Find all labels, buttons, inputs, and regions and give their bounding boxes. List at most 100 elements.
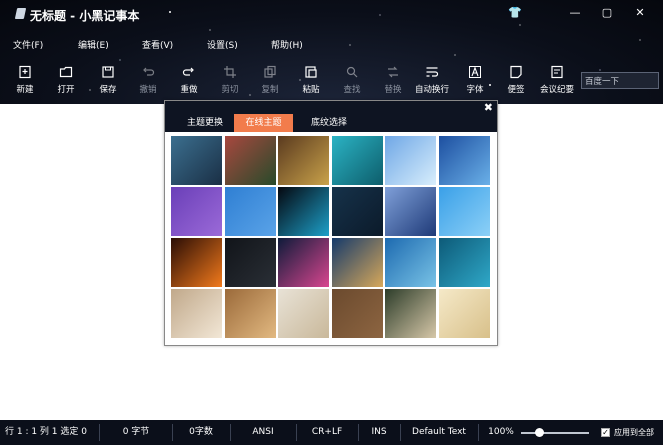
status-bar: 行 1 : 1 列 1 选定 0 0 字节 0字数 ANSI CR+LF INS… <box>0 420 663 445</box>
app-icon <box>14 8 27 19</box>
theme-thumbnail[interactable] <box>278 136 329 185</box>
apply-all-checkbox[interactable]: ✓ <box>601 428 610 437</box>
skin-icon[interactable]: 👕 <box>508 6 522 20</box>
theme-thumbnail[interactable] <box>171 238 222 287</box>
toolbar-button-folder-open[interactable]: 打开 <box>46 62 86 98</box>
theme-thumbnail[interactable] <box>171 187 222 236</box>
close-button[interactable]: ✕ <box>633 6 647 20</box>
theme-dialog: ✖ 主题更换 在线主题 底纹选择 <box>164 100 498 346</box>
toolbar-label: 会议纪要 <box>539 85 574 95</box>
toolbar-button-redo[interactable]: 重做 <box>169 62 209 98</box>
search-input[interactable] <box>581 72 659 89</box>
window-title: 无标题 - 小黑记事本 <box>30 9 140 23</box>
menu-view[interactable]: 查看(V) <box>142 38 173 51</box>
toolbar-button-find[interactable]: 查找 <box>332 62 372 98</box>
zoom-slider-track[interactable] <box>521 432 589 434</box>
toolbar-label: 保存 <box>99 85 117 95</box>
tab-texture-select[interactable]: 底纹选择 <box>301 114 357 132</box>
toolbar-label: 复制 <box>261 85 279 95</box>
save-icon <box>102 66 114 78</box>
zoom-slider-handle[interactable] <box>535 428 544 437</box>
cut-icon <box>224 66 236 78</box>
maximize-button[interactable]: ▢ <box>600 6 614 20</box>
new-file-icon <box>19 65 31 79</box>
theme-thumbnail[interactable] <box>438 136 490 185</box>
toolbar-label: 便签 <box>507 85 525 95</box>
find-icon <box>346 66 358 78</box>
theme-thumbnail[interactable] <box>331 289 383 338</box>
zoom-level: 100% <box>488 427 514 437</box>
theme-thumbnail[interactable] <box>438 187 490 236</box>
toolbar-label: 打开 <box>57 85 75 95</box>
language-mode[interactable]: Default Text <box>401 420 477 445</box>
toolbar-button-new-file[interactable]: 新建 <box>5 62 45 98</box>
toolbar-label: 替换 <box>384 85 402 95</box>
menu-help[interactable]: 帮助(H) <box>271 38 303 51</box>
byte-count: 0 字节 <box>122 427 150 437</box>
line-ending[interactable]: CR+LF <box>297 420 357 445</box>
folder-open-icon <box>59 66 73 78</box>
toolbar-label: 新建 <box>16 85 34 95</box>
toolbar-label: 粘贴 <box>302 85 320 95</box>
theme-thumbnail[interactable] <box>171 289 222 338</box>
theme-thumbnail[interactable] <box>438 289 490 338</box>
theme-thumbnail[interactable] <box>385 136 436 185</box>
theme-thumbnail[interactable] <box>224 238 276 287</box>
toolbar-button-copy[interactable]: 复制 <box>250 62 290 98</box>
toolbar-button-font[interactable]: 字体 <box>455 62 495 98</box>
minimize-button[interactable]: — <box>568 6 582 20</box>
theme-thumbnail[interactable] <box>224 187 276 236</box>
theme-thumbnail[interactable] <box>278 289 329 338</box>
menu-settings[interactable]: 设置(S) <box>207 38 238 51</box>
theme-thumbnail[interactable] <box>331 238 383 287</box>
dialog-close-icon[interactable]: ✖ <box>484 101 493 114</box>
theme-thumbnail[interactable] <box>278 187 329 236</box>
redo-icon <box>182 67 194 76</box>
toolbar-label: 重做 <box>180 85 198 95</box>
theme-thumbnail[interactable] <box>385 238 436 287</box>
theme-thumbnail[interactable] <box>224 136 276 185</box>
cursor-position: 行 1 : 1 列 1 选定 0 <box>5 427 87 437</box>
theme-thumbnail[interactable] <box>385 187 436 236</box>
theme-thumbnail[interactable] <box>385 289 436 338</box>
paste-icon <box>305 66 317 78</box>
toolbar-button-save[interactable]: 保存 <box>88 62 128 98</box>
sticky-note-icon <box>510 65 522 79</box>
meeting-notes-icon <box>551 65 563 79</box>
toolbar-button-paste[interactable]: 粘贴 <box>291 62 331 98</box>
title-bar: 无标题 - 小黑记事本 👕 — ▢ ✕ <box>0 0 663 30</box>
toolbar-button-sticky-note[interactable]: 便签 <box>496 62 536 98</box>
theme-thumbnail[interactable] <box>331 187 383 236</box>
tab-theme-change[interactable]: 主题更换 <box>177 114 233 132</box>
copy-icon <box>264 65 276 78</box>
font-icon <box>469 66 481 78</box>
toolbar-button-word-wrap[interactable]: 自动换行 <box>412 62 452 98</box>
tab-online-theme[interactable]: 在线主题 <box>234 114 293 132</box>
dialog-header: ✖ 主题更换 在线主题 底纹选择 <box>165 101 497 132</box>
replace-icon <box>388 66 398 78</box>
toolbar-label: 自动换行 <box>414 85 449 95</box>
toolbar-button-meeting-notes[interactable]: 会议纪要 <box>537 62 577 98</box>
theme-thumbnail[interactable] <box>331 136 383 185</box>
menu-edit[interactable]: 编辑(E) <box>78 38 109 51</box>
theme-thumbnail[interactable] <box>171 136 222 185</box>
word-wrap-icon <box>426 67 439 77</box>
status-divider <box>478 424 479 441</box>
menu-file[interactable]: 文件(F) <box>13 38 43 51</box>
toolbar-label: 撤销 <box>139 85 157 95</box>
theme-thumbnail[interactable] <box>438 238 490 287</box>
char-count: 0字数 <box>189 427 213 437</box>
toolbar-button-cut[interactable]: 剪切 <box>210 62 250 98</box>
toolbar-button-replace[interactable]: 替换 <box>373 62 413 98</box>
toolbar-label: 字体 <box>466 85 484 95</box>
toolbar: 新建 打开 保存 撤销 重做 剪切 复制 粘贴 查找 替换 自动换行 字体 便签 会议纪要 <box>0 62 663 102</box>
theme-thumbnail[interactable] <box>224 289 276 338</box>
undo-icon <box>143 67 155 76</box>
toolbar-button-undo[interactable]: 撤销 <box>128 62 168 98</box>
toolbar-label: 剪切 <box>221 85 239 95</box>
toolbar-label: 查找 <box>343 85 361 95</box>
insert-mode[interactable]: INS <box>359 420 399 445</box>
header-background: 无标题 - 小黑记事本 👕 — ▢ ✕ 文件(F) 编辑(E) 查看(V) 设置… <box>0 0 663 104</box>
encoding[interactable]: ANSI <box>231 420 295 445</box>
theme-thumbnail[interactable] <box>278 238 329 287</box>
